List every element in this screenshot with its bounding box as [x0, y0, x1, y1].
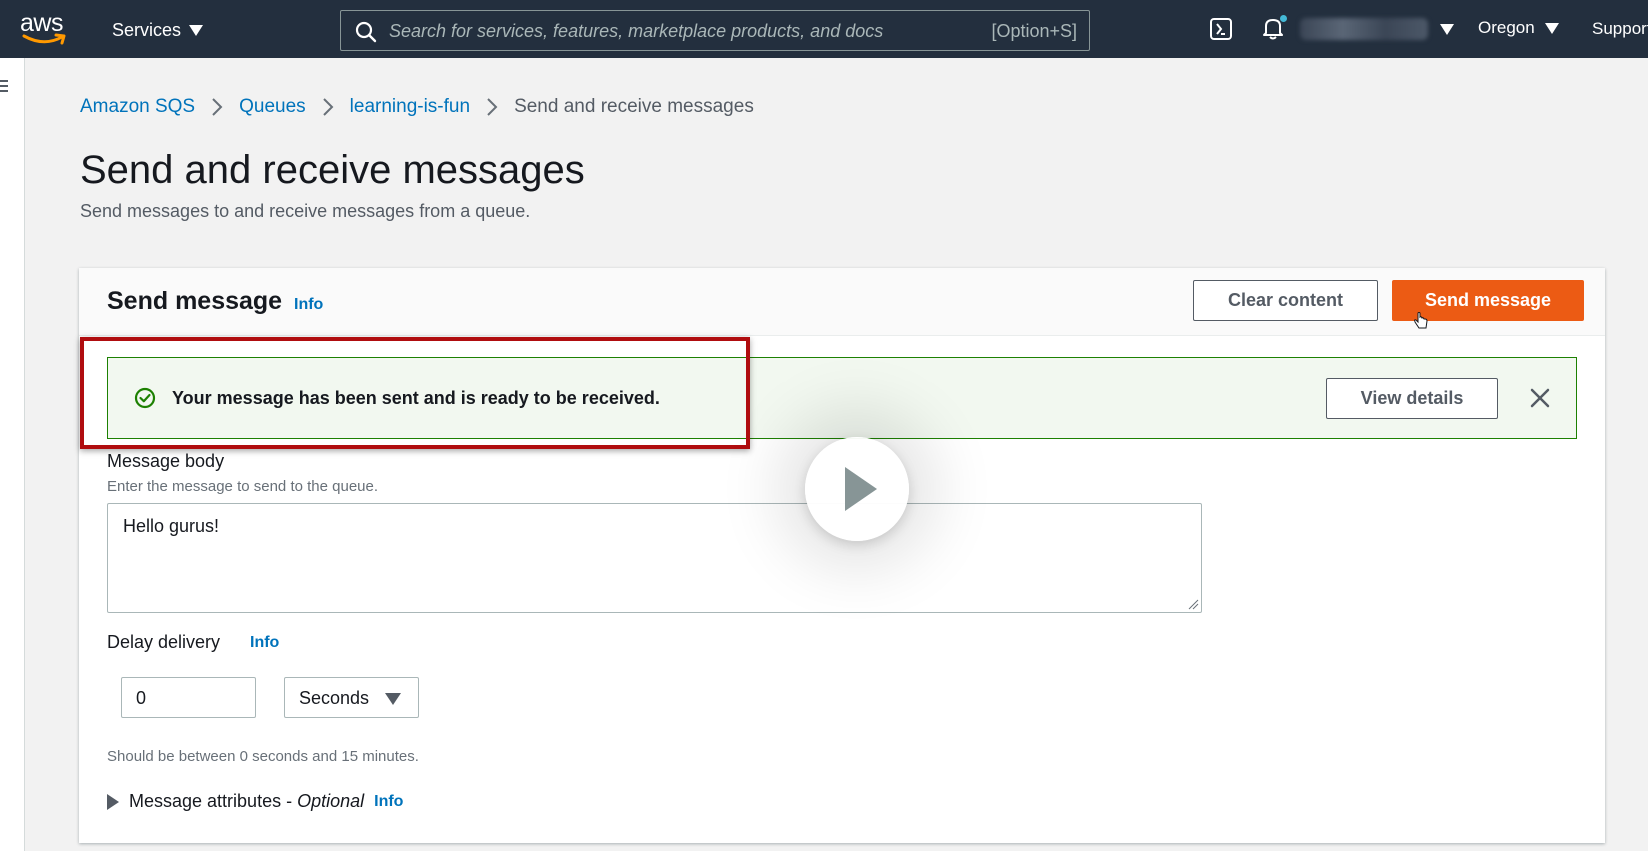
breadcrumb-queue-name[interactable]: learning-is-fun [350, 96, 470, 118]
page-subtitle: Send messages to and receive messages fr… [80, 201, 531, 221]
breadcrumb-current: Send and receive messages [514, 96, 754, 117]
delivery-delay-unit-value: Seconds [299, 688, 370, 708]
message-body-value: Hello gurus! [123, 516, 220, 536]
message-attributes-label: Message attributes - Optional [129, 791, 365, 811]
menu-icon[interactable] [0, 78, 10, 94]
chevron-right-icon [211, 97, 223, 117]
message-attributes-info-link[interactable]: Info [374, 793, 403, 811]
caret-down-icon [385, 693, 401, 705]
panel-header: Send message Info Clear content Send mes… [79, 268, 1605, 336]
search-shortcut: [Option+S] [991, 21, 1077, 41]
account-menu[interactable] [1300, 18, 1454, 40]
notification-dot [1280, 15, 1287, 22]
caret-down-icon [189, 24, 204, 36]
delivery-delay-unit-select[interactable]: Seconds [284, 677, 419, 718]
page-title: Send and receive messages [80, 148, 585, 192]
region-menu[interactable]: Oregon [1478, 18, 1559, 38]
delivery-delay-value: 0 [136, 688, 147, 708]
chevron-right-icon [322, 97, 334, 117]
search-icon [355, 21, 377, 43]
aws-smile-icon [22, 33, 66, 45]
close-icon[interactable] [1529, 387, 1551, 409]
support-menu[interactable]: Support [1592, 19, 1648, 39]
cloudshell-icon[interactable] [1209, 17, 1233, 41]
side-navigation-rail [0, 58, 25, 851]
clear-content-button[interactable]: Clear content [1193, 280, 1378, 321]
aws-logo[interactable]: aws [20, 9, 70, 49]
panel-title: Send message [107, 287, 283, 315]
breadcrumb-queues[interactable]: Queues [239, 96, 306, 118]
delivery-delay-info-link[interactable]: Info [250, 634, 279, 652]
pointer-hand-icon [1414, 312, 1428, 329]
services-menu[interactable]: Services [112, 18, 204, 42]
resize-handle-icon[interactable] [1187, 598, 1199, 610]
view-details-button[interactable]: View details [1326, 378, 1498, 419]
play-button[interactable] [805, 437, 909, 541]
caret-down-icon [1440, 23, 1454, 35]
region-label: Oregon [1478, 18, 1535, 37]
account-name-redacted [1300, 18, 1428, 40]
message-body-description: Enter the message to send to the queue. [107, 478, 379, 495]
highlight-annotation [80, 337, 750, 449]
caret-right-icon [107, 793, 119, 810]
chevron-right-icon [486, 97, 498, 117]
search-input[interactable]: Search for services, features, marketpla… [340, 10, 1090, 51]
play-icon [845, 467, 877, 511]
delivery-delay-label: Delay delivery [107, 632, 221, 652]
delivery-delay-hint: Should be between 0 seconds and 15 minut… [107, 748, 419, 765]
notifications-button[interactable] [1260, 15, 1288, 43]
message-body-textarea[interactable]: Hello gurus! [107, 503, 1202, 613]
delivery-delay-input[interactable]: 0 [121, 677, 256, 718]
caret-down-icon [1544, 22, 1559, 34]
services-label: Services [112, 19, 182, 40]
breadcrumb: Amazon SQS Queues learning-is-fun Send a… [80, 96, 754, 118]
panel-info-link[interactable]: Info [294, 296, 323, 314]
top-navigation: aws Services Search for services, featur… [0, 0, 1648, 58]
message-body-label: Message body [107, 451, 225, 471]
breadcrumb-amazon-sqs[interactable]: Amazon SQS [80, 96, 195, 118]
search-placeholder: Search for services, features, marketpla… [389, 21, 884, 41]
message-attributes-expander[interactable]: Message attributes - Optional Info [107, 791, 403, 812]
